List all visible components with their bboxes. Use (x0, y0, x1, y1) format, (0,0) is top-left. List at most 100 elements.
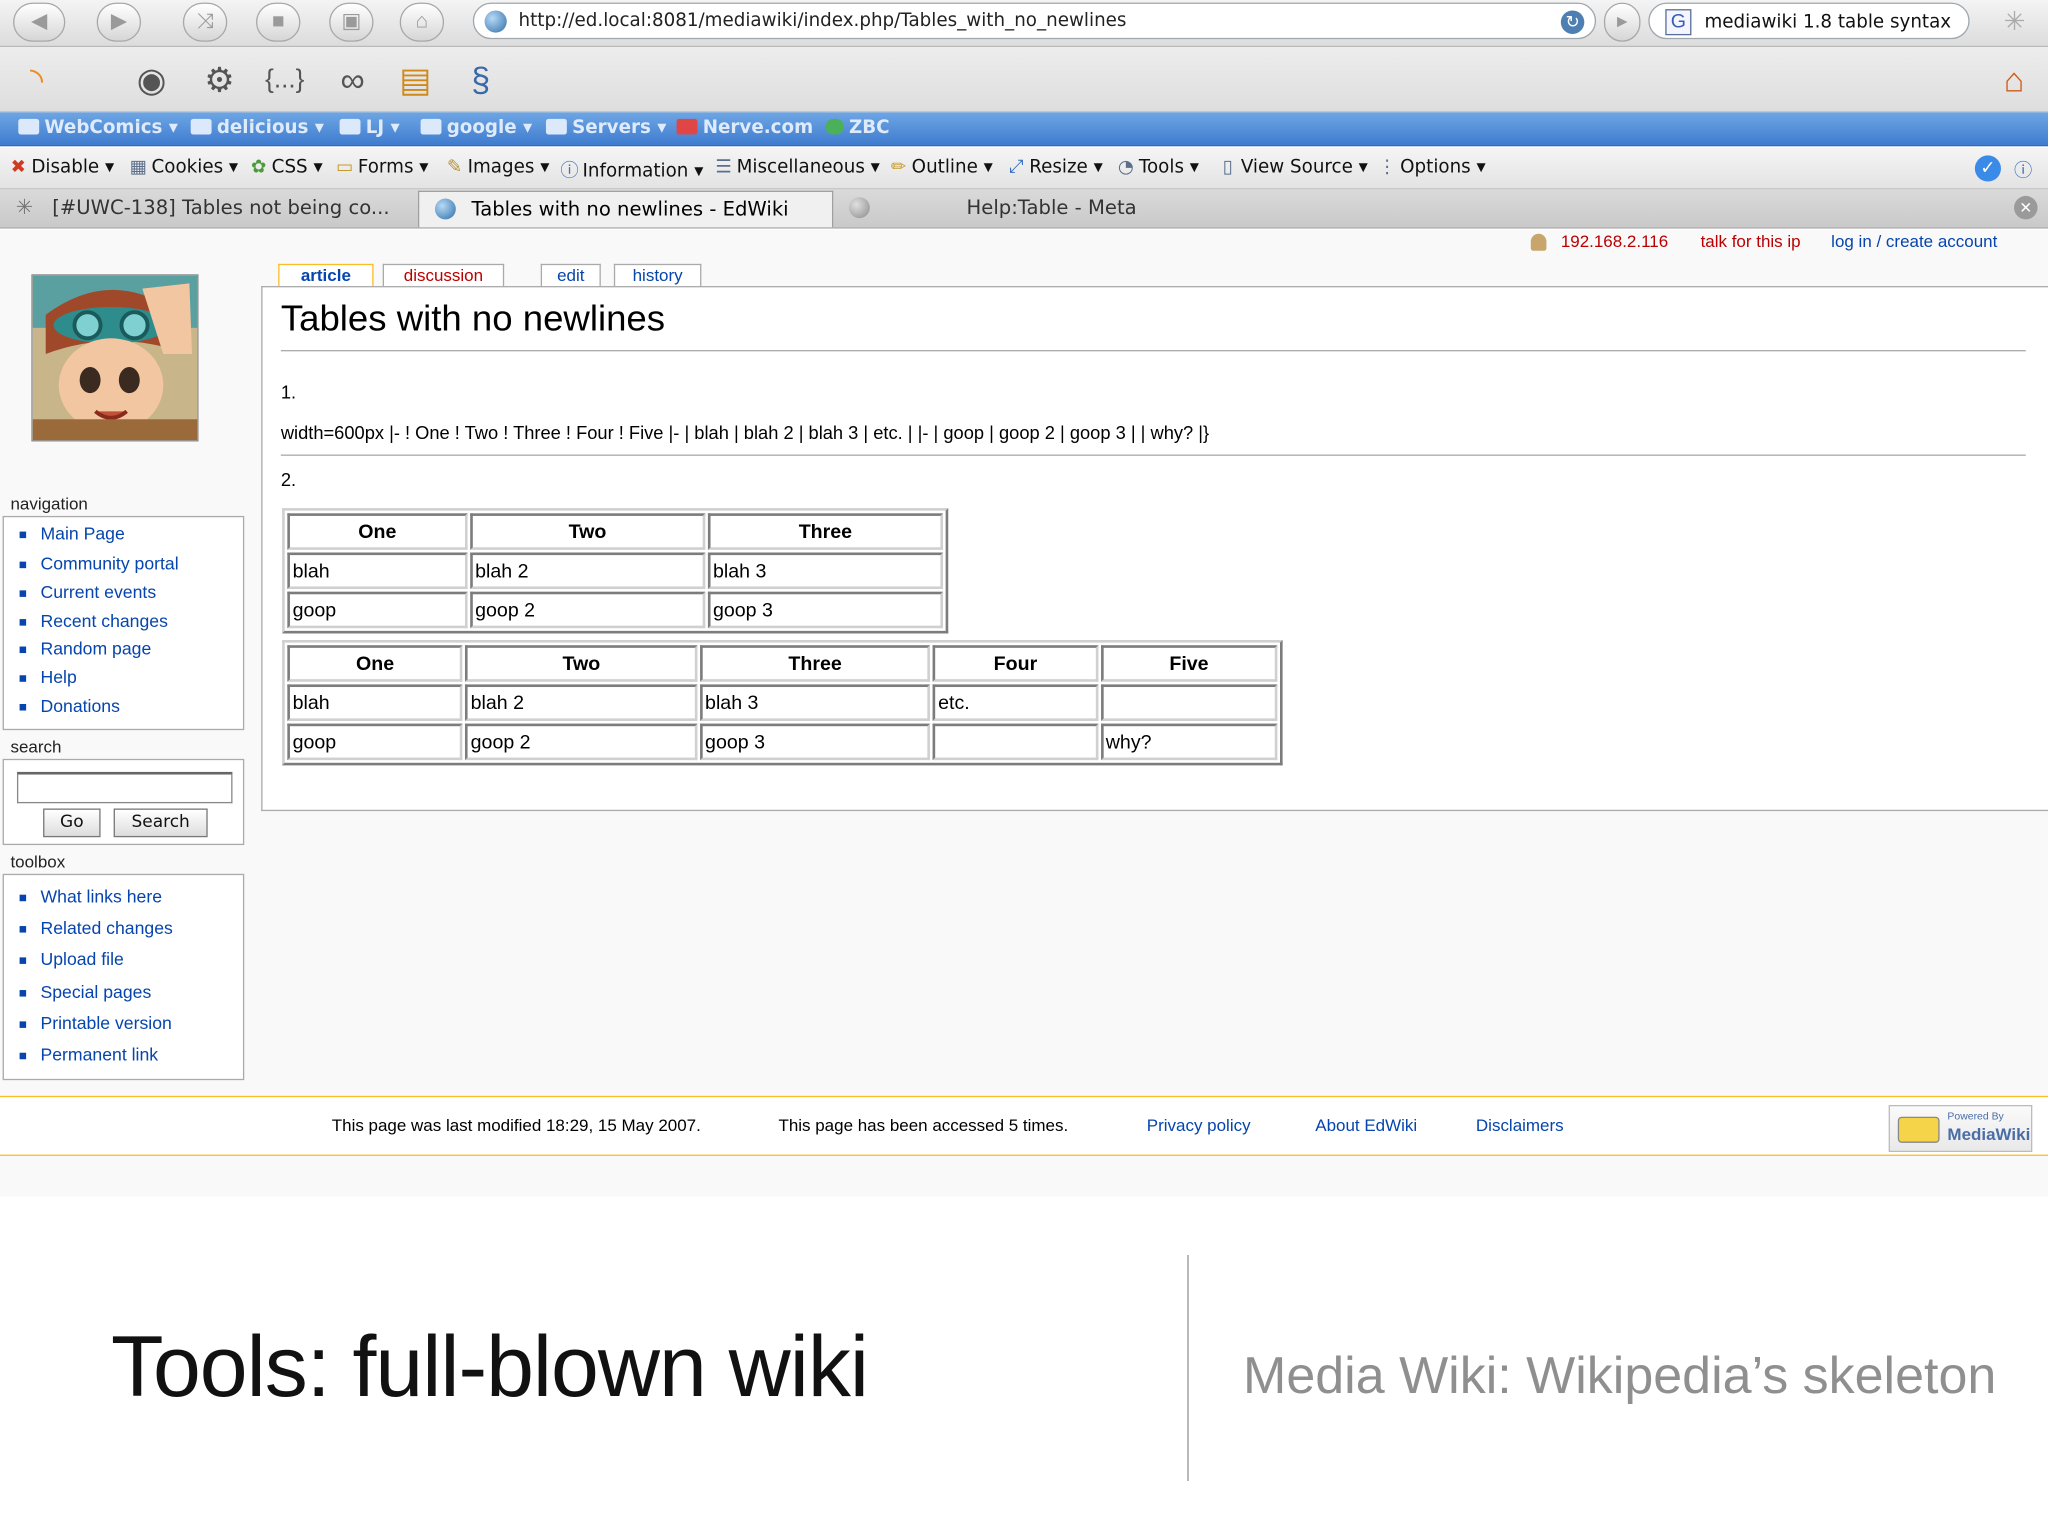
bookmark-link[interactable]: Nerve.com (676, 118, 813, 138)
bookmark-link[interactable]: ZBC (825, 118, 890, 138)
nav-link-community-portal[interactable]: Community portal (19, 554, 179, 573)
article-content: Tables with no newlines 1. width=600px |… (261, 286, 2048, 812)
tab-help-table[interactable]: Help:Table - Meta (836, 191, 1249, 228)
gear-icon[interactable]: ⚙ (199, 59, 241, 101)
table-cell: blah 3 (699, 684, 931, 721)
tab-article[interactable]: article (278, 263, 374, 287)
tab-discussion[interactable]: discussion (382, 263, 505, 287)
seahorse-icon[interactable]: § (460, 59, 502, 101)
folder-icon (339, 118, 361, 135)
dev-menu[interactable]: ✎ Images ▾ (444, 157, 550, 178)
info-icon[interactable]: ⓘ (2014, 157, 2032, 183)
dev-menu[interactable]: ⤢ Resize ▾ (1006, 157, 1103, 178)
nerve-icon (676, 118, 698, 135)
nav-link-main-page[interactable]: Main Page (19, 524, 125, 543)
go-button[interactable]: ▸ (1603, 2, 1641, 42)
powered-by-mediawiki-badge[interactable]: Powered By MediaWiki (1888, 1104, 2033, 1152)
talk-link[interactable]: talk for this ip (1701, 231, 1801, 251)
login-link[interactable]: log in / create account (1831, 231, 1997, 251)
table-cell: goop 3 (707, 591, 944, 629)
star-icon: ✳ (15, 194, 34, 220)
caption-divider (1187, 1255, 1189, 1481)
back-button[interactable]: ◀ (13, 2, 66, 42)
dev-menu[interactable]: ▯ View Source ▾ (1217, 157, 1368, 178)
tab-edwiki[interactable]: Tables with no newlines - EdWiki (417, 190, 834, 228)
icon-toolbar: ◝ ◉ ⚙ {...} ∞ ▤ § ⌂ (0, 47, 2048, 113)
nav-link-random-page[interactable]: Random page (19, 639, 151, 658)
search-query[interactable]: mediawiki 1.8 table syntax (1704, 12, 1951, 33)
notes-icon[interactable]: ▤ (394, 59, 436, 101)
search-bar[interactable]: G mediawiki 1.8 table syntax (1648, 2, 1970, 40)
dev-menu[interactable]: ⋮ Options ▾ (1377, 157, 1486, 178)
toolbox-link-printable-version[interactable]: Printable version (19, 1014, 172, 1033)
bookmark-folder[interactable]: google ▾ (420, 118, 532, 138)
address-bar[interactable]: http://ed.local:8081/mediawiki/index.php… (472, 2, 1597, 40)
slide: ◀ ▶ ⤨ ■ ▣ ⌂ http://ed.local:8081/mediawi… (0, 0, 2048, 1536)
globe-menu-icon[interactable]: ◉ (131, 59, 173, 101)
tab-uwc-138[interactable]: ✳ [#UWC-138] Tables not being co... (0, 191, 415, 228)
nav-link-current-events[interactable]: Current events (19, 583, 156, 602)
google-search-icon[interactable]: G (1665, 9, 1692, 36)
anime-avatar-image (32, 275, 198, 441)
table-cell: blah 2 (469, 552, 706, 590)
json-braces-icon[interactable]: {...} (264, 59, 306, 101)
dev-menu[interactable]: ◔ Tools ▾ (1115, 157, 1199, 178)
tab-bar: ✳ [#UWC-138] Tables not being co... Table… (0, 189, 2048, 229)
dev-menu[interactable]: ▦ Cookies ▾ (128, 157, 238, 178)
save-icon[interactable]: ▣ (329, 2, 374, 42)
nav-link-recent-changes[interactable]: Recent changes (19, 611, 168, 631)
personal-ip[interactable]: 192.168.2.116 (1561, 231, 1668, 251)
slide-title: Tools: full-blown wiki (110, 1319, 869, 1415)
home-button[interactable]: ⌂ (399, 2, 445, 42)
search-button[interactable]: Search (113, 808, 208, 838)
options-icon: ⋮ (1377, 156, 1397, 178)
toolbox-link-special-pages[interactable]: Special pages (19, 982, 151, 1002)
folder-icon (420, 118, 442, 135)
table-row: blah blah 2 blah 3 (287, 552, 944, 590)
forward-button[interactable]: ▶ (96, 2, 142, 42)
wiki-search-input[interactable] (16, 771, 233, 804)
bookmark-folder[interactable]: delicious ▾ (190, 118, 324, 138)
tab-history[interactable]: history (613, 263, 702, 287)
table-cell: goop 2 (469, 591, 706, 629)
rss-feed-icon[interactable]: ◝ (16, 59, 58, 101)
address-url[interactable]: http://ed.local:8081/mediawiki/index.php… (519, 10, 1127, 31)
shuffle-icon[interactable]: ⤨ (182, 2, 228, 42)
bookmarks-toolbar: WebComics ▾ delicious ▾ LJ ▾ google ▾ Se… (0, 112, 2048, 147)
table-row: goop goop 2 goop 3 (287, 591, 944, 629)
tab-edit[interactable]: edit (540, 263, 601, 287)
wiki-logo[interactable] (31, 274, 199, 442)
item-number: 1. (280, 381, 297, 403)
dev-menu[interactable]: ✏ Outline ▾ (888, 157, 993, 178)
about-link[interactable]: About EdWiki (1315, 1115, 1417, 1135)
glasses-icon[interactable]: ∞ (332, 59, 374, 101)
disclaimers-link[interactable]: Disclaimers (1476, 1115, 1564, 1135)
privacy-policy-link[interactable]: Privacy policy (1147, 1115, 1251, 1135)
toolbox-link-what-links-here[interactable]: What links here (19, 887, 162, 906)
dev-menu[interactable]: ⓘ Information ▾ (559, 157, 703, 183)
reload-icon[interactable]: ↻ (1560, 10, 1585, 34)
table-cell: goop 2 (465, 723, 698, 761)
close-tab-icon[interactable]: ✕ (2014, 195, 2038, 220)
dev-menu[interactable]: ✖ Disable ▾ (8, 157, 115, 178)
table-cell: goop (287, 723, 463, 761)
toolbox-link-permanent-link[interactable]: Permanent link (19, 1045, 158, 1064)
go-button[interactable]: Go (43, 808, 101, 838)
folder-icon (18, 118, 40, 135)
stop-button[interactable]: ■ (255, 2, 301, 42)
horizontal-rule (280, 454, 2026, 456)
dev-menu[interactable]: ▭ Forms ▾ (334, 157, 428, 178)
validated-check-icon[interactable]: ✓ (1974, 155, 2001, 182)
last-modified-text: This page was last modified 18:29, 15 Ma… (331, 1115, 701, 1136)
nav-link-help[interactable]: Help (19, 667, 77, 687)
nav-link-donations[interactable]: Donations (19, 696, 120, 716)
dev-menu[interactable]: ☰ Miscellaneous ▾ (713, 157, 879, 178)
toolbox-link-related-changes[interactable]: Related changes (19, 918, 173, 938)
bookmark-folder[interactable]: Servers ▾ (545, 118, 666, 138)
dev-menu[interactable]: ✿ CSS ▾ (248, 157, 323, 178)
bookmark-folder[interactable]: WebComics ▾ (18, 118, 178, 138)
house-icon[interactable]: ⌂ (1993, 59, 2035, 101)
bookmark-folder[interactable]: LJ ▾ (339, 118, 400, 138)
toolbox-link-upload-file[interactable]: Upload file (19, 950, 124, 969)
powered-by-label: Powered By (1947, 1110, 2004, 1122)
